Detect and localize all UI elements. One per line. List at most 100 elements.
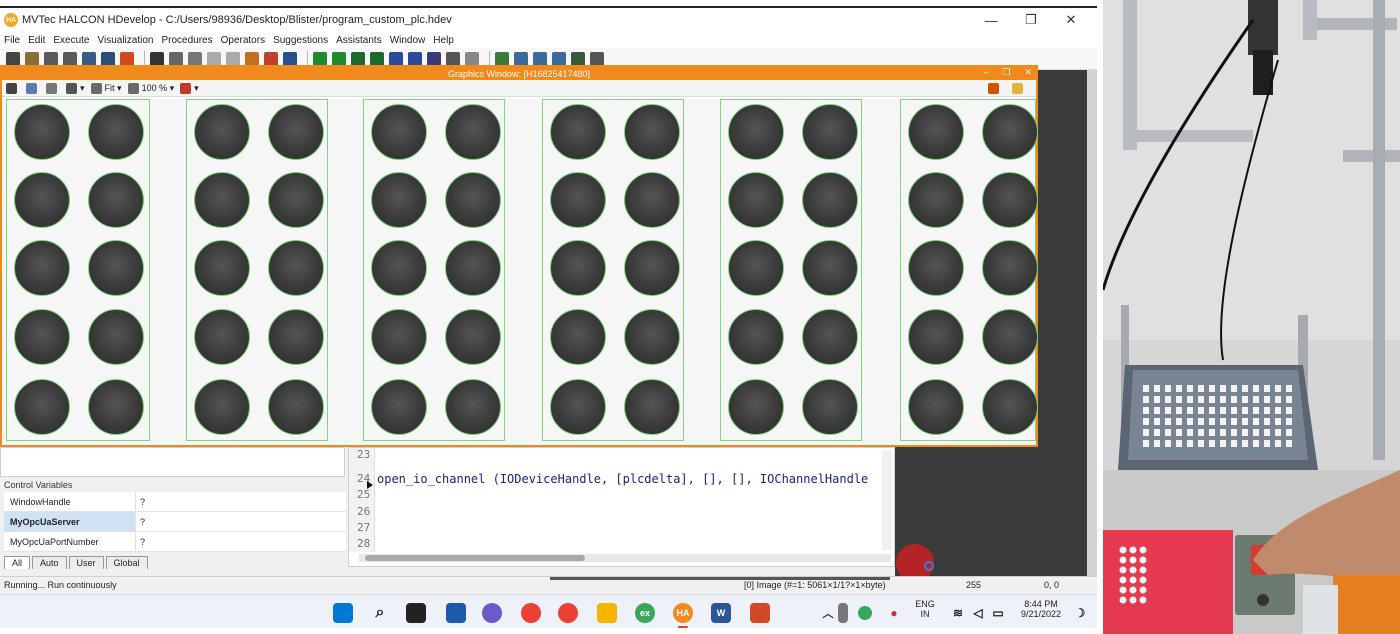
variable-value: ? <box>140 537 146 547</box>
usb-icon[interactable] <box>838 603 848 623</box>
editor-horizontal-scrollbar[interactable] <box>359 554 891 562</box>
program-icon[interactable] <box>427 51 441 66</box>
powerpoint-icon[interactable] <box>750 603 770 623</box>
line-profile-icon[interactable] <box>533 51 547 66</box>
table-row[interactable]: MyOpcUaPortNumber ? <box>4 532 346 552</box>
microphone-icon[interactable]: ● <box>884 603 904 623</box>
notification-icon[interactable]: ☽ <box>1070 603 1090 623</box>
color-palette-icon[interactable]: ▾ <box>180 82 199 94</box>
table-row[interactable]: WindowHandle ? <box>4 492 346 512</box>
graphics-window[interactable]: Graphics Window: [H16825417480] – ❐ ✕ ▾ … <box>0 65 1038 447</box>
pill-dot <box>1139 596 1147 604</box>
word-icon[interactable]: W <box>711 603 731 623</box>
menu-window[interactable]: Window <box>390 35 426 46</box>
editor-vertical-scrollbar[interactable] <box>882 450 892 550</box>
settings-icon[interactable] <box>120 51 134 66</box>
feature-icon[interactable] <box>552 51 566 66</box>
language-indicator[interactable]: ENG IN <box>912 599 938 619</box>
timer-icon[interactable] <box>465 51 479 66</box>
volume-icon[interactable]: ◁ <box>968 603 988 623</box>
menu-file[interactable]: File <box>4 35 20 46</box>
tab-auto[interactable]: Auto <box>32 556 67 569</box>
find-icon[interactable] <box>245 51 259 66</box>
battery-icon[interactable]: ▭ <box>988 603 1008 623</box>
pan-hand-icon[interactable] <box>46 82 60 94</box>
histogram-icon[interactable] <box>514 51 528 66</box>
graphics-window-title-bar[interactable]: Graphics Window: [H16825417480] – ❐ ✕ <box>2 67 1036 80</box>
flag-icon[interactable] <box>988 82 1002 94</box>
graphics-close-button[interactable]: ✕ <box>1024 67 1032 78</box>
save-all-icon[interactable] <box>63 51 77 66</box>
run-icon[interactable] <box>313 51 327 66</box>
vertical-scrollbar[interactable] <box>1087 70 1097 576</box>
windows-taskbar: ⌕ ex HA W ︿ ● ENG IN ≋ ◁ ▭ 8:44 PM 9/21/… <box>0 594 1097 628</box>
code-line[interactable]: open_io_channel (IODeviceHandle, [plcdel… <box>377 472 880 486</box>
menu-execute[interactable]: Execute <box>53 35 89 46</box>
minimize-button[interactable]: — <box>971 10 1011 30</box>
tablet-dot <box>1253 396 1259 403</box>
excel-icon[interactable]: ex <box>635 603 655 623</box>
menu-operators[interactable]: Operators <box>221 35 265 46</box>
halcon-taskbar-icon[interactable]: HA <box>673 603 693 623</box>
clock[interactable]: 8:44 PM 9/21/2022 <box>1014 599 1068 619</box>
graphics-settings-icon[interactable] <box>6 82 20 94</box>
properties-icon[interactable] <box>101 51 115 66</box>
zoom-window-icon[interactable] <box>571 51 585 66</box>
chrome-icon[interactable] <box>521 603 541 623</box>
table-row-selected[interactable]: MyOpcUaServer ? <box>4 512 346 532</box>
fit-button[interactable]: Fit ▾ <box>90 82 122 94</box>
start-icon[interactable] <box>333 603 353 623</box>
blister-image[interactable] <box>2 99 1038 445</box>
copy-icon[interactable] <box>169 51 183 66</box>
tablet-dot <box>1187 407 1193 414</box>
tab-all[interactable]: All <box>4 556 31 569</box>
graphics-maximize-button[interactable]: ❐ <box>1002 67 1010 78</box>
menu-procedures[interactable]: Procedures <box>161 35 212 46</box>
save-icon[interactable] <box>44 51 58 66</box>
step-over-icon[interactable] <box>332 51 346 66</box>
chrome-profile-icon[interactable] <box>558 603 578 623</box>
tab-user[interactable]: User <box>68 556 104 569</box>
file-explorer-icon[interactable] <box>597 603 617 623</box>
widgets-icon[interactable] <box>446 603 466 623</box>
new-file-icon[interactable] <box>6 51 20 66</box>
replace-icon[interactable] <box>264 51 278 66</box>
maximize-button[interactable]: ❐ <box>1011 10 1051 30</box>
cut-icon[interactable] <box>150 51 164 66</box>
chat-icon[interactable] <box>482 603 502 623</box>
pointer-icon[interactable] <box>26 82 40 94</box>
profiler-icon[interactable] <box>446 51 460 66</box>
open-file-icon[interactable] <box>25 51 39 66</box>
task-view-icon[interactable] <box>406 603 426 623</box>
tab-global[interactable]: Global <box>105 556 148 569</box>
paste-icon[interactable] <box>188 51 202 66</box>
close-button[interactable]: ✕ <box>1051 10 1091 30</box>
graphics-minimize-button[interactable]: – <box>983 67 988 78</box>
menu-edit[interactable]: Edit <box>28 35 45 46</box>
menu-visualization[interactable]: Visualization <box>98 35 154 46</box>
tray-app-icon[interactable] <box>858 606 872 620</box>
search-icon[interactable]: ⌕ <box>370 603 390 623</box>
print-icon[interactable] <box>82 51 96 66</box>
zoom-icon[interactable]: ▾ <box>66 82 85 94</box>
zoom-level-select[interactable]: 100 % ▾ <box>127 82 174 94</box>
menu-help[interactable]: Help <box>433 35 454 46</box>
menu-assistants[interactable]: Assistants <box>336 35 382 46</box>
chevron-up-icon[interactable]: ︿ <box>818 603 838 623</box>
wifi-icon[interactable]: ≋ <box>948 603 968 623</box>
undo-icon[interactable] <box>207 51 221 66</box>
reset-icon[interactable] <box>408 51 422 66</box>
scrollbar-thumb[interactable] <box>365 555 585 561</box>
light-icon[interactable] <box>1012 82 1026 94</box>
stop-icon[interactable] <box>389 51 403 66</box>
step-into-icon[interactable] <box>351 51 365 66</box>
region-icon[interactable] <box>495 51 509 66</box>
pill-dot <box>1139 556 1147 564</box>
program-editor[interactable]: 23 24 25 26 27 28 open_io_channel (IODev… <box>348 447 895 567</box>
redo-icon[interactable] <box>226 51 240 66</box>
binoculars-icon[interactable] <box>283 51 297 66</box>
inspect-icon[interactable] <box>590 51 604 66</box>
menu-suggestions[interactable]: Suggestions <box>273 35 328 46</box>
busy-cursor-icon <box>924 561 934 571</box>
step-out-icon[interactable] <box>370 51 384 66</box>
